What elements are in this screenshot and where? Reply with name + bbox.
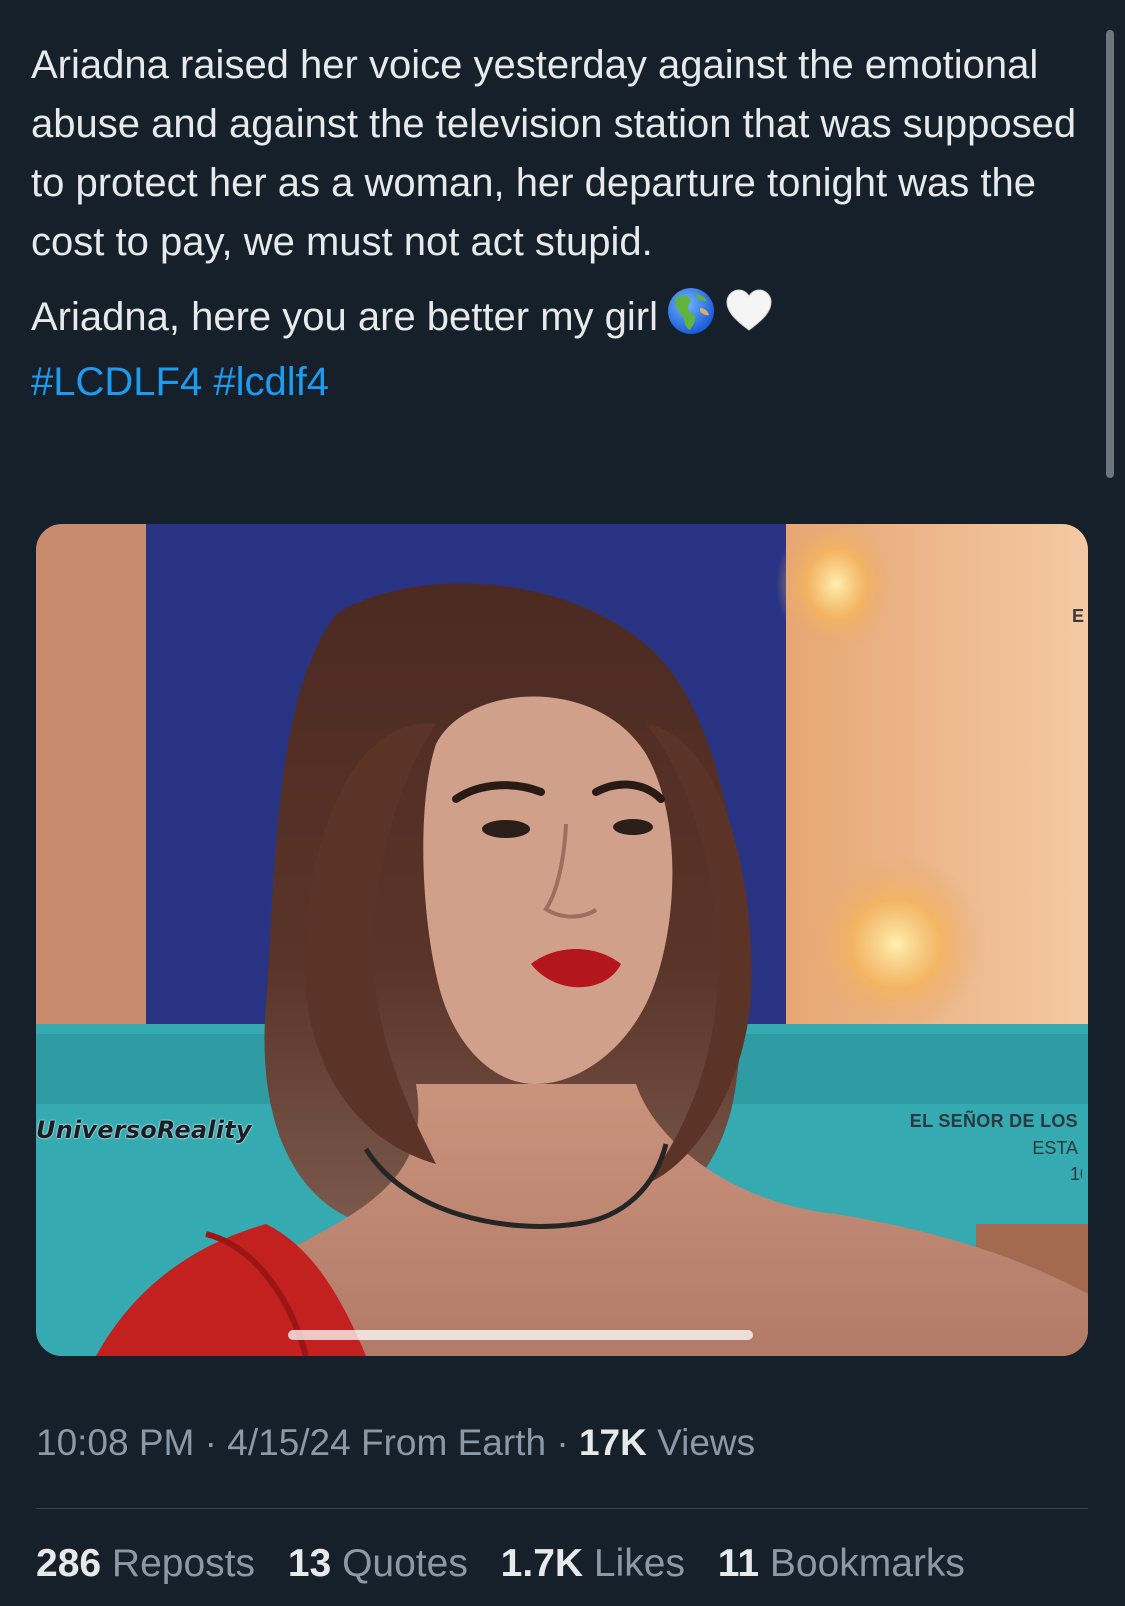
tweet-paragraph-1: Ariadna raised her voice yesterday again… [31,43,1077,264]
video-frame [36,524,1088,1356]
tweet-text: Ariadna raised her voice yesterday again… [31,36,1091,412]
reposts-label: Reposts [111,1542,255,1585]
bookmarks-count: 11 [717,1542,760,1585]
hashtags: #LCDLF4 #lcdlf4 [31,353,1091,412]
video-progress-bar[interactable] [288,1330,753,1340]
views-label: Views [657,1422,756,1463]
white-heart-icon [724,286,774,353]
quotes-stat[interactable]: 13 Quotes [288,1542,468,1586]
tweet-paragraph-2-text: Ariadna, here you are better my girl [31,295,658,339]
watermark-left: UniversoReality [36,1116,252,1144]
views-count: 17K [578,1422,647,1463]
tweet-time[interactable]: 10:08 PM [36,1422,194,1463]
tweet-source: From Earth [361,1422,547,1463]
globe-americas-icon [666,286,716,353]
reposts-count: 286 [36,1542,102,1585]
quotes-label: Quotes [342,1542,468,1585]
scrollbar[interactable] [1106,30,1114,478]
watermark-right-line-2: ESTA [1032,1138,1078,1158]
reposts-stat[interactable]: 286 Reposts [36,1542,255,1586]
watermark-right-line-3: 10 [1070,1164,1082,1184]
likes-label: Likes [593,1542,685,1585]
meta-separator: · [204,1422,217,1463]
bookmarks-label: Bookmarks [769,1542,965,1585]
tweet-paragraph-2: Ariadna, here you are better my girl [31,286,1091,353]
hashtag-link[interactable]: #lcdlf4 [213,360,329,404]
meta-separator: · [556,1422,569,1463]
hashtag-link[interactable]: #LCDLF4 [31,360,202,404]
watermark-right-line-1: EL SEÑOR DE LOS [909,1111,1078,1131]
quotes-count: 13 [287,1542,332,1585]
watermark-corner: E [1071,606,1084,626]
video-player[interactable]: UniversoReality EL SEÑOR DE LOS ESTA 10 … [36,524,1088,1356]
tweet-stats: 286 Reposts 13 Quotes 1.7K Likes 11 Book… [36,1542,987,1586]
likes-stat[interactable]: 1.7K Likes [501,1542,685,1586]
divider [36,1508,1088,1509]
tweet-date[interactable]: 4/15/24 [227,1422,350,1463]
tweet-meta: 10:08 PM · 4/15/24 From Earth · 17K View… [36,1422,755,1464]
likes-count: 1.7K [500,1542,584,1585]
bookmarks-stat[interactable]: 11 Bookmarks [718,1542,965,1586]
